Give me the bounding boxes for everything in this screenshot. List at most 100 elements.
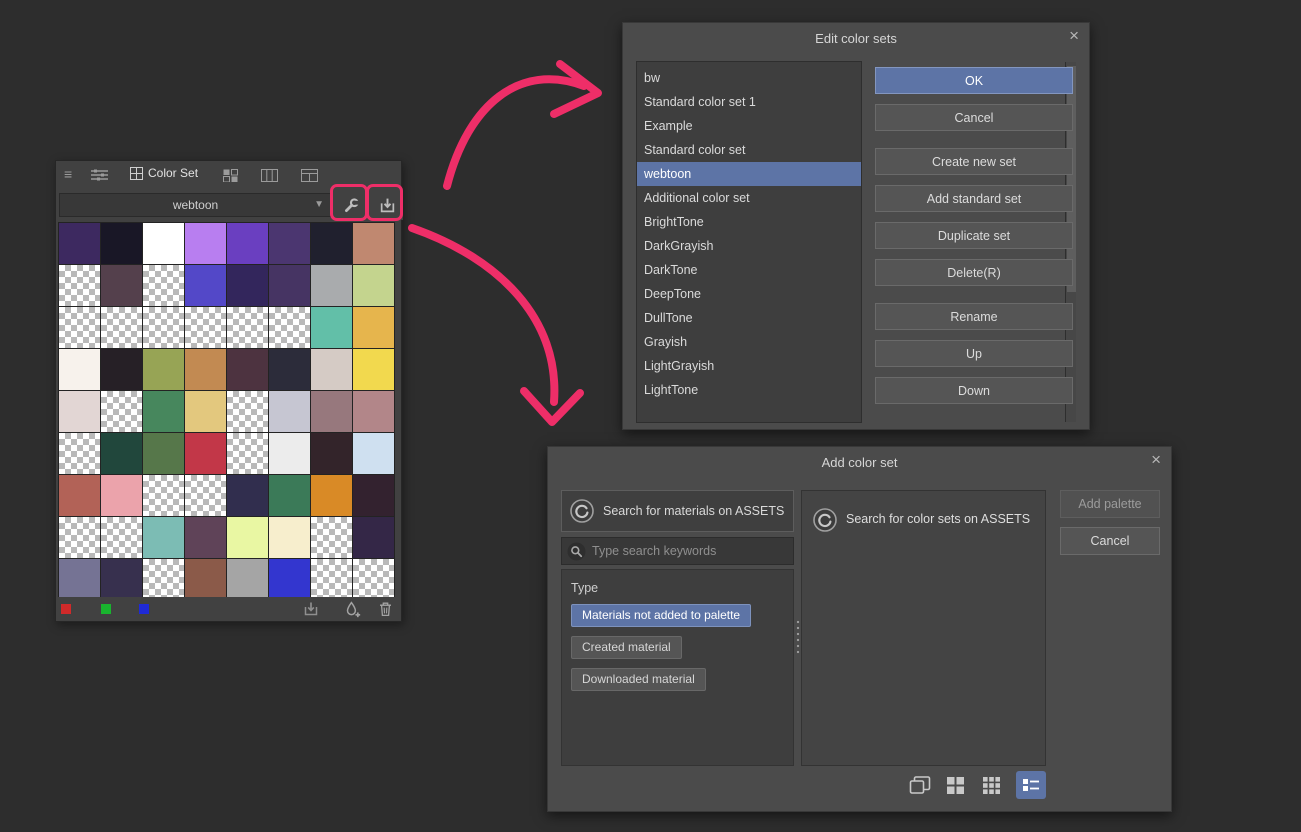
color-swatch[interactable] [227, 517, 268, 558]
color-slider-tab-icon[interactable] [90, 169, 109, 183]
color-swatch[interactable] [59, 391, 100, 432]
cancel-button[interactable]: Cancel [1060, 527, 1160, 555]
color-swatch[interactable] [269, 349, 310, 390]
color-swatch[interactable] [311, 559, 352, 600]
color-swatch[interactable] [143, 559, 184, 600]
color-swatch[interactable] [311, 349, 352, 390]
cancel-button[interactable]: Cancel [875, 104, 1073, 131]
color-swatch[interactable] [353, 433, 394, 474]
color-swatch[interactable] [59, 559, 100, 600]
color-swatch[interactable] [101, 349, 142, 390]
color-swatch[interactable] [143, 307, 184, 348]
color-set-list-item[interactable]: DarkTone [637, 258, 861, 282]
color-swatch[interactable] [269, 475, 310, 516]
color-swatch[interactable] [185, 391, 226, 432]
color-swatch[interactable] [59, 475, 100, 516]
add-standard-set-button[interactable]: Add standard set [875, 185, 1073, 212]
color-swatch[interactable] [101, 223, 142, 264]
color-swatch[interactable] [101, 475, 142, 516]
color-swatch[interactable] [353, 391, 394, 432]
footer-color-red[interactable] [61, 604, 71, 614]
color-history-tab-icon[interactable] [301, 169, 318, 184]
color-set-list-item[interactable]: Standard color set [637, 138, 861, 162]
close-icon[interactable]: × [1069, 27, 1079, 44]
color-swatch[interactable] [227, 307, 268, 348]
color-set-dropdown[interactable]: webtoon ▼ [59, 193, 332, 217]
color-swatch[interactable] [227, 223, 268, 264]
color-swatch[interactable] [353, 223, 394, 264]
color-swatch[interactable] [143, 265, 184, 306]
create-new-set-button[interactable]: Create new set [875, 148, 1073, 175]
color-swatch[interactable] [227, 349, 268, 390]
edit-color-set-button[interactable] [335, 190, 367, 220]
list-view-icon[interactable] [1016, 771, 1046, 799]
color-swatch[interactable] [227, 433, 268, 474]
color-set-list-item[interactable]: Additional color set [637, 186, 861, 210]
duplicate-set-button[interactable]: Duplicate set [875, 222, 1073, 249]
color-set-list-item[interactable]: Grayish [637, 330, 861, 354]
color-set-tab[interactable]: Color Set [130, 166, 198, 180]
color-swatch[interactable] [59, 223, 100, 264]
color-swatch[interactable] [143, 517, 184, 558]
color-swatch[interactable] [227, 559, 268, 600]
color-swatch[interactable] [269, 433, 310, 474]
color-swatch[interactable] [143, 475, 184, 516]
rename-button[interactable]: Rename [875, 303, 1073, 330]
color-swatch[interactable] [185, 559, 226, 600]
down-button[interactable]: Down [875, 377, 1073, 404]
color-swatch[interactable] [101, 307, 142, 348]
type-filter-chip[interactable]: Downloaded material [571, 668, 706, 691]
color-swatch[interactable] [353, 307, 394, 348]
color-set-list-item[interactable]: BrightTone [637, 210, 861, 234]
color-set-list-item[interactable]: webtoon [637, 162, 861, 186]
add-palette-button[interactable]: Add palette [1060, 490, 1160, 518]
color-swatch[interactable] [311, 265, 352, 306]
approximate-color-tab-icon[interactable] [261, 169, 278, 184]
color-swatch[interactable] [185, 265, 226, 306]
color-swatch[interactable] [59, 265, 100, 306]
color-swatch[interactable] [143, 433, 184, 474]
color-set-list-item[interactable]: LightTone [637, 378, 861, 402]
color-swatch[interactable] [353, 475, 394, 516]
search-materials-assets-button[interactable]: Search for materials on ASSETS [561, 490, 794, 532]
color-swatch[interactable] [59, 517, 100, 558]
type-filter-chip[interactable]: Created material [571, 636, 682, 659]
color-swatch[interactable] [269, 223, 310, 264]
color-swatch[interactable] [311, 391, 352, 432]
color-swatch[interactable] [143, 223, 184, 264]
close-icon[interactable]: × [1151, 451, 1161, 468]
color-swatch[interactable] [353, 349, 394, 390]
type-filter-chip[interactable]: Materials not added to palette [571, 604, 752, 627]
delete-set-button[interactable]: Delete(R) [875, 259, 1073, 286]
color-swatch[interactable] [269, 307, 310, 348]
color-swatch[interactable] [143, 349, 184, 390]
color-swatch[interactable] [101, 433, 142, 474]
color-swatch[interactable] [59, 349, 100, 390]
menu-icon[interactable]: ≡ [64, 167, 72, 181]
color-set-list-item[interactable]: bw [637, 66, 861, 90]
color-swatch[interactable] [101, 391, 142, 432]
color-swatch[interactable] [59, 433, 100, 474]
add-color-icon[interactable] [344, 601, 361, 623]
color-swatch[interactable] [185, 307, 226, 348]
color-set-list-item[interactable]: Example [637, 114, 861, 138]
color-set-list-item[interactable]: DullTone [637, 306, 861, 330]
footer-color-green[interactable] [101, 604, 111, 614]
color-swatch[interactable] [269, 265, 310, 306]
color-swatch[interactable] [101, 517, 142, 558]
intermediate-color-tab-icon[interactable] [223, 169, 239, 184]
delete-color-icon[interactable] [378, 601, 393, 622]
color-swatch[interactable] [353, 517, 394, 558]
color-swatch[interactable] [143, 391, 184, 432]
ok-button[interactable]: OK [875, 67, 1073, 94]
color-swatch[interactable] [227, 391, 268, 432]
small-grid-view-icon[interactable] [980, 772, 1003, 798]
large-grid-view-icon[interactable] [944, 772, 967, 798]
color-swatch[interactable] [269, 517, 310, 558]
color-swatch[interactable] [227, 475, 268, 516]
color-swatch[interactable] [185, 433, 226, 474]
color-swatch[interactable] [311, 307, 352, 348]
load-set-icon[interactable] [303, 601, 319, 622]
color-swatch[interactable] [185, 349, 226, 390]
up-button[interactable]: Up [875, 340, 1073, 367]
